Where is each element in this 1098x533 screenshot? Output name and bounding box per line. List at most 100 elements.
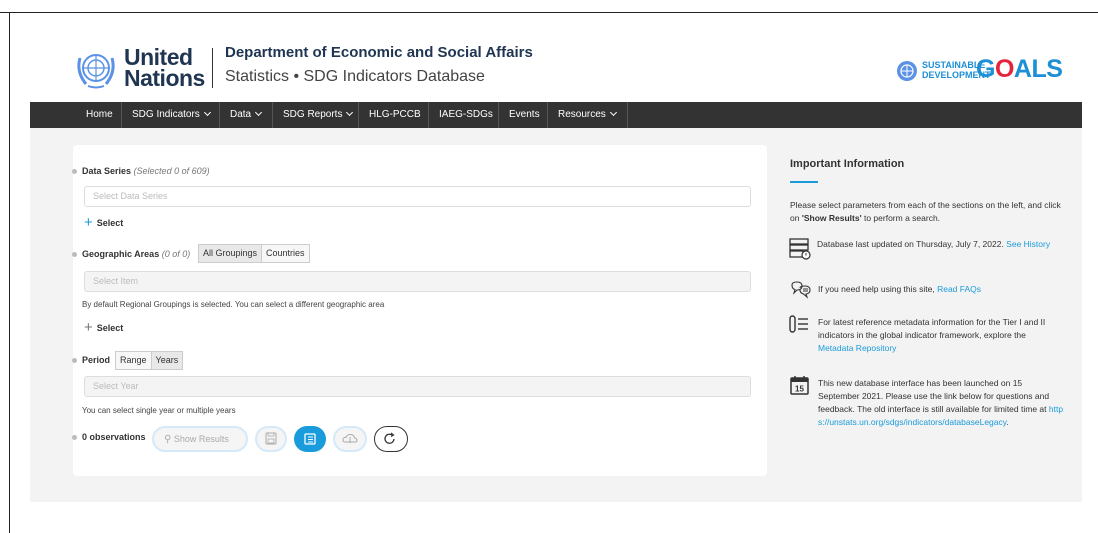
reset-button[interactable] bbox=[374, 426, 408, 452]
nav-sdg-reports[interactable]: SDG Reports bbox=[272, 102, 358, 128]
save-button[interactable] bbox=[255, 426, 287, 452]
nav-events-label: Events bbox=[509, 109, 540, 120]
nav-data-label: Data bbox=[230, 109, 252, 120]
nav-resources-label: Resources bbox=[558, 109, 606, 120]
read-faqs-link[interactable]: Read FAQs bbox=[937, 284, 981, 294]
info-intro: Please select parameters from each of th… bbox=[790, 199, 1065, 225]
goals-wordmark: GOALS bbox=[976, 55, 1063, 84]
tab-range[interactable]: Range bbox=[116, 352, 151, 369]
step-bullet bbox=[72, 358, 77, 363]
geo-heading: Geographic Areas (0 of 0) bbox=[82, 249, 190, 259]
nav-iaeg-sdgs-label: IAEG-SDGs bbox=[439, 109, 493, 120]
show-results-button[interactable]: ⚲ Show Results bbox=[152, 426, 248, 452]
observations-label: 0 observations bbox=[82, 432, 146, 442]
geo-type-toggle: All Groupings Countries bbox=[198, 244, 310, 263]
table-icon bbox=[304, 433, 316, 445]
info-launch: This new database interface has been lau… bbox=[818, 377, 1066, 429]
step-bullet bbox=[72, 435, 77, 440]
sdg-goals-logo[interactable]: SUSTAINABLE DEVELOPMENT GOALS bbox=[884, 55, 1064, 84]
tab-years[interactable]: Years bbox=[150, 352, 183, 369]
nav-sdg-indicators-label: SDG Indicators bbox=[132, 109, 200, 120]
period-label: Period bbox=[82, 355, 111, 365]
info-faq: If you need help using this site, Read F… bbox=[818, 283, 1063, 296]
un-emblem-icon[interactable] bbox=[74, 48, 118, 90]
table-view-button[interactable] bbox=[294, 426, 326, 452]
geo-select-button[interactable]: + Select bbox=[84, 319, 124, 337]
chevron-down-icon bbox=[255, 108, 263, 117]
un-line-2: Nations bbox=[124, 65, 205, 91]
nav-sdg-reports-label: SDG Reports bbox=[283, 109, 343, 120]
faq-text: If you need help using this site, bbox=[818, 284, 938, 294]
tab-countries[interactable]: Countries bbox=[261, 245, 309, 262]
refresh-icon bbox=[384, 432, 395, 444]
chevron-down-icon bbox=[203, 108, 211, 117]
frame-left-border bbox=[9, 12, 10, 533]
un-wordmark[interactable]: United Nations bbox=[124, 46, 205, 91]
search-icon: ⚲ bbox=[164, 434, 172, 445]
data-series-count: (Selected 0 of 609) bbox=[133, 166, 210, 176]
info-intro-end: to perform a search. bbox=[861, 213, 941, 223]
metadata-text: For latest reference metadata informatio… bbox=[818, 317, 1046, 340]
data-series-select-button[interactable]: + Select bbox=[84, 214, 124, 232]
calendar-day: 15 bbox=[795, 385, 804, 394]
select-label: Select bbox=[96, 217, 124, 228]
nav-hlg-pccb[interactable]: HLG-PCCB bbox=[358, 102, 428, 128]
data-series-heading: Data Series (Selected 0 of 609) bbox=[82, 166, 210, 176]
goals-o: O bbox=[994, 55, 1014, 83]
nav-sdg-indicators[interactable]: SDG Indicators bbox=[121, 102, 219, 128]
info-metadata: For latest reference metadata informatio… bbox=[818, 316, 1063, 355]
info-title: Important Information bbox=[790, 158, 905, 170]
period-type-toggle: Range Years bbox=[115, 351, 184, 370]
geo-area-input[interactable]: Select Item bbox=[84, 271, 751, 292]
save-icon bbox=[265, 432, 277, 445]
period-note: You can select single year or multiple y… bbox=[82, 406, 236, 415]
main-navbar: Home SDG Indicators Data SDG Reports HLG… bbox=[30, 102, 1082, 128]
info-intro-bold: 'Show Results' bbox=[801, 213, 862, 223]
nav-iaeg-sdgs[interactable]: IAEG-SDGs bbox=[428, 102, 498, 128]
observations-count: 0 observations bbox=[82, 432, 146, 442]
department-title: Department of Economic and Social Affair… bbox=[225, 44, 533, 61]
launch-end: . bbox=[1006, 417, 1009, 427]
geo-count: (0 of 0) bbox=[161, 249, 191, 259]
geo-label: Geographic Areas bbox=[82, 249, 160, 259]
calendar-icon: 15 bbox=[790, 376, 809, 395]
nav-data[interactable]: Data bbox=[219, 102, 272, 128]
goals-rest: ALS bbox=[1013, 55, 1063, 83]
plus-icon: + bbox=[84, 319, 93, 336]
launch-text: This new database interface has been lau… bbox=[818, 378, 1050, 414]
nav-events[interactable]: Events bbox=[498, 102, 547, 128]
nav-hlg-pccb-label: HLG-PCCB bbox=[369, 109, 421, 120]
step-bullet bbox=[72, 169, 77, 174]
last-updated-text: Database last updated on Thursday, July … bbox=[817, 239, 1007, 249]
period-input[interactable]: Select Year bbox=[84, 376, 751, 397]
nav-home[interactable]: Home bbox=[76, 102, 121, 128]
sdg-emblem-icon bbox=[897, 61, 917, 81]
chevron-down-icon bbox=[346, 108, 354, 117]
data-series-input[interactable]: Select Data Series bbox=[84, 186, 751, 207]
goals-g: G bbox=[976, 55, 995, 83]
database-icon bbox=[789, 238, 811, 260]
geo-note: By default Regional Groupings is selecte… bbox=[82, 300, 385, 309]
cloud-download-icon bbox=[342, 433, 358, 443]
period-heading: Period bbox=[82, 355, 110, 365]
info-last-updated: Database last updated on Thursday, July … bbox=[817, 238, 1065, 251]
nav-resources[interactable]: Resources bbox=[547, 102, 628, 128]
metadata-list-icon bbox=[789, 315, 808, 333]
info-title-underline bbox=[790, 181, 818, 183]
tab-all-groupings[interactable]: All Groupings bbox=[199, 245, 262, 262]
select-label: Select bbox=[96, 322, 124, 333]
department-subtitle: Statistics • SDG Indicators Database bbox=[225, 68, 485, 85]
nav-home-label: Home bbox=[86, 109, 113, 120]
see-history-link[interactable]: See History bbox=[1006, 239, 1050, 249]
site-header: United Nations Department of Economic an… bbox=[74, 44, 1064, 94]
data-series-label: Data Series bbox=[82, 166, 132, 176]
frame-top-border bbox=[0, 12, 1098, 13]
show-results-label: Show Results bbox=[173, 434, 229, 444]
help-chat-icon bbox=[791, 281, 811, 299]
download-button[interactable] bbox=[333, 426, 367, 452]
chevron-down-icon bbox=[609, 108, 617, 117]
metadata-repository-link[interactable]: Metadata Repository bbox=[818, 343, 896, 353]
plus-icon: + bbox=[84, 214, 93, 231]
step-bullet bbox=[72, 252, 77, 257]
header-divider bbox=[212, 48, 213, 88]
